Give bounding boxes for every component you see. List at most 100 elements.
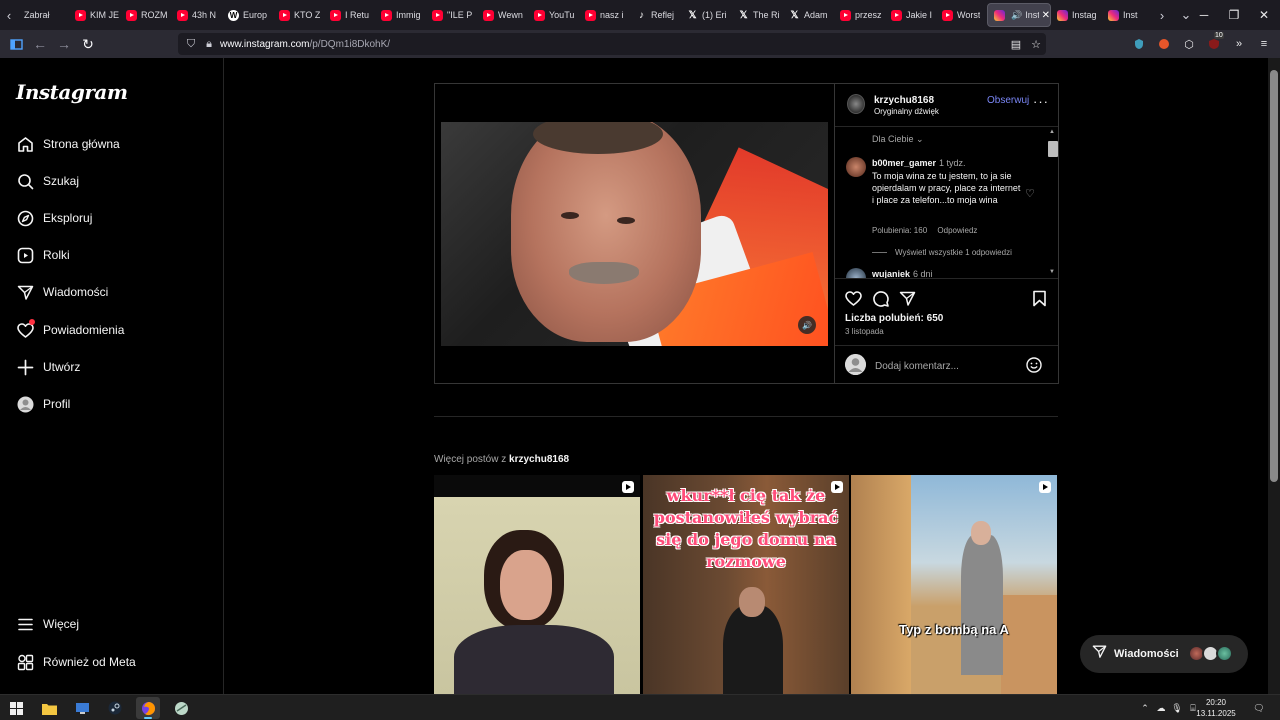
reload-button[interactable]: ↻ (76, 32, 100, 56)
emoji-icon[interactable] (1025, 356, 1043, 374)
sidebar-toggle-icon[interactable] (4, 32, 28, 56)
reply-button[interactable]: Odpowiedz (937, 226, 977, 235)
browser-tab[interactable]: Zabrał (18, 3, 69, 27)
extension-shield-icon[interactable] (1130, 35, 1148, 53)
comment-bubble-icon[interactable] (871, 289, 889, 307)
share-paper-plane-icon[interactable] (898, 289, 916, 307)
remote-desktop-icon[interactable] (70, 697, 94, 719)
grid-post-2[interactable]: wkur**ł cię tak że postanowiłeś wybrać s… (643, 475, 849, 694)
browser-tab[interactable]: KIM JE (69, 3, 120, 27)
onedrive-cloud-icon[interactable]: ☁ (1154, 700, 1168, 716)
comment-input[interactable] (875, 359, 1015, 373)
browser-tab[interactable]: Inst (1102, 3, 1153, 27)
follow-button[interactable]: Obserwuj (987, 95, 1029, 106)
more-posts-username[interactable]: krzychu8168 (509, 454, 569, 465)
browser-tab[interactable]: 𝕏 (1) Eri (681, 3, 732, 27)
browser-tab[interactable]: W Europ (222, 3, 273, 27)
browser-tab[interactable]: przesz (834, 3, 885, 27)
comment-username[interactable]: b00mer_gamer (872, 158, 936, 168)
browser-tab[interactable]: "ILE P (426, 3, 477, 27)
sidebar-item-notifications[interactable]: Powiadomienia (16, 318, 124, 342)
comment-sort-dropdown[interactable]: Dla Ciebie ⌄ (872, 134, 924, 145)
comment-author[interactable]: b00mer_gamer 1 tydz. (872, 158, 966, 168)
sidebar-item-messages[interactable]: Wiadomości (16, 280, 108, 304)
sidebar-item-also-from-meta[interactable]: Również od Meta (16, 650, 136, 674)
speaker-icon[interactable]: 🔊 (1011, 10, 1022, 21)
close-tab-icon[interactable]: ✕ (1042, 10, 1050, 21)
grid-post-3[interactable]: Typ z bombą na A (851, 475, 1057, 694)
browser-tab[interactable]: Jakie I (885, 3, 936, 27)
comment-like-heart-icon[interactable]: ♡ (1025, 187, 1035, 200)
audio-toggle-icon[interactable]: 🔊 (798, 316, 816, 334)
bookmark-star-icon[interactable]: ☆ (1026, 33, 1046, 55)
browser-tab[interactable]: nasz i (579, 3, 630, 27)
comment-avatar[interactable] (846, 268, 866, 278)
forward-button[interactable]: → (52, 32, 76, 56)
browser-tab[interactable]: Instag (1051, 3, 1102, 27)
more-options-icon[interactable]: ··· (1033, 94, 1049, 109)
sidebar-item-create[interactable]: Utwórz (16, 355, 80, 379)
sidebar-item-search[interactable]: Szukaj (16, 169, 79, 193)
browser-tab[interactable]: Wewn (477, 3, 528, 27)
notification-center-icon[interactable]: 🗨︎ (1252, 700, 1266, 716)
firefox-icon[interactable] (136, 697, 160, 719)
comment-username[interactable]: wujaniek (872, 269, 910, 278)
microphone-icon[interactable]: 🎙︎ (1170, 700, 1184, 716)
instagram-logo[interactable]: Instagram (16, 80, 128, 104)
file-explorer-icon[interactable] (37, 697, 61, 719)
save-bookmark-icon[interactable] (1030, 289, 1048, 307)
author-avatar[interactable] (847, 94, 865, 114)
sidebar-item-reels[interactable]: Rolki (16, 243, 70, 267)
scroll-up-icon[interactable]: ▲ (1049, 129, 1055, 135)
audio-label[interactable]: Oryginalny dźwięk (874, 107, 939, 116)
browser-tab[interactable]: I Retu (324, 3, 375, 27)
comment-avatar[interactable] (846, 157, 866, 177)
extension-ublock-icon[interactable]: 10 (1205, 32, 1224, 53)
author-username[interactable]: krzychu8168 (874, 95, 934, 106)
grid-post-1[interactable] (434, 475, 640, 694)
minimize-button[interactable]: ─ (1188, 0, 1220, 30)
app-icon[interactable] (169, 697, 193, 719)
comment-author[interactable]: wujaniek 6 dni (872, 269, 933, 278)
extensions-puzzle-icon[interactable]: ⬡ (1180, 35, 1198, 53)
browser-tab[interactable]: Immig (375, 3, 426, 27)
sidebar-item-home[interactable]: Strona główna (16, 132, 120, 156)
scroll-down-icon[interactable]: ▼ (1049, 269, 1055, 275)
sidebar-item-explore[interactable]: Eksploruj (16, 206, 92, 230)
maximize-button[interactable]: ❐ (1218, 0, 1250, 30)
like-heart-icon[interactable] (844, 289, 862, 307)
sidebar-item-more[interactable]: Więcej (16, 612, 79, 636)
tracking-shield-icon[interactable]: ⛉ (184, 38, 198, 51)
lock-icon[interactable]: 🔒︎ (202, 38, 216, 51)
tab-scroll-left-button[interactable]: ‹ (0, 0, 18, 30)
reader-view-icon[interactable]: ▤ (1006, 33, 1026, 55)
browser-tab[interactable]: 43h N (171, 3, 222, 27)
browser-tab[interactable]: ♪ Reflej (630, 3, 681, 27)
taskbar-clock[interactable]: 20:20 13.11.2025 (1196, 697, 1236, 719)
view-replies-button[interactable]: Wyświetl wszystkie 1 odpowiedzi (872, 248, 1012, 257)
messages-pill-button[interactable]: Wiadomości (1080, 635, 1248, 673)
tab-scroll-right-button[interactable]: › (1153, 0, 1171, 30)
url-bar[interactable]: ⛉ 🔒︎ www.instagram.com/p/DQm1i8DkohK/ (178, 33, 1046, 55)
close-window-button[interactable]: ✕ (1248, 0, 1280, 30)
browser-tab[interactable]: YouTu (528, 3, 579, 27)
app-menu-icon[interactable]: ≡ (1255, 35, 1273, 53)
likes-count[interactable]: Liczba polubień: 650 (845, 313, 943, 324)
overflow-chevron-icon[interactable]: » (1230, 35, 1248, 53)
browser-tab[interactable]: 𝕏 Adam (783, 3, 834, 27)
browser-tab[interactable]: 𝕏 The Ri (732, 3, 783, 27)
sidebar-item-profile[interactable]: Profil (16, 392, 70, 416)
page-scrollbar[interactable] (1268, 58, 1280, 694)
post-video[interactable]: 🔊 (441, 122, 828, 346)
tray-chevron-up-icon[interactable]: ⌃ (1138, 700, 1152, 716)
extension-fox-icon[interactable] (1155, 35, 1173, 53)
steam-icon[interactable] (103, 697, 127, 719)
back-button[interactable]: ← (28, 32, 52, 56)
page-scroll-thumb[interactable] (1270, 70, 1278, 482)
comment-likes[interactable]: Polubienia: 160 (872, 226, 927, 235)
browser-tab[interactable]: Worst (936, 3, 987, 27)
start-windows-icon[interactable] (4, 697, 28, 719)
comments-scrollbar[interactable]: ▲ ▼ (1047, 129, 1058, 277)
browser-tab[interactable]: ROZM (120, 3, 171, 27)
comments-scroll-thumb[interactable] (1048, 141, 1058, 157)
